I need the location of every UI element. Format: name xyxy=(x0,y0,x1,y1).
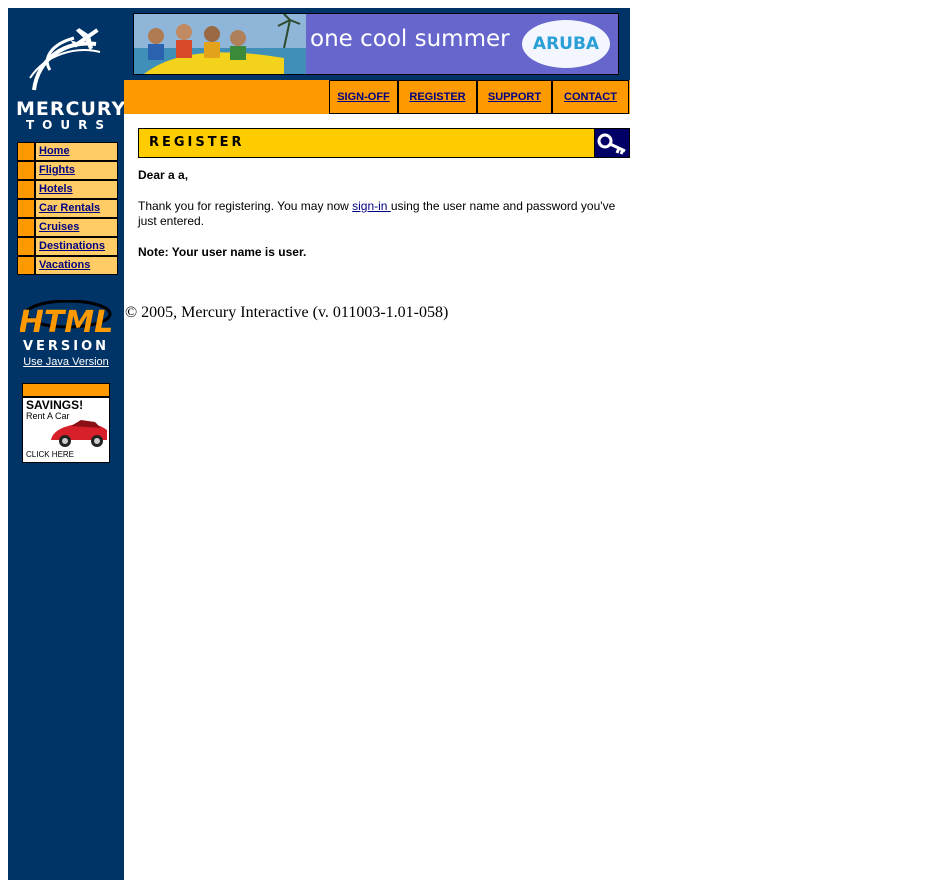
register-heading-bar: REGISTER xyxy=(138,128,595,158)
aruba-logo-text: ARUBA xyxy=(532,34,600,54)
key-icon xyxy=(597,133,626,155)
mercury-tours-logo[interactable]: MERCURY TOURS xyxy=(16,18,127,132)
nav-item-register: REGISTER xyxy=(399,81,476,113)
logo-word-tours: TOURS xyxy=(25,118,112,132)
airplane-logo-icon xyxy=(29,28,101,91)
support-link[interactable]: SUPPORT xyxy=(488,91,541,103)
side-menu-link-destinations[interactable]: Destinations xyxy=(39,240,105,252)
html-badge-word: HTML xyxy=(20,305,112,340)
register-confirmation: Dear a a, Thank you for registering. You… xyxy=(138,168,628,260)
side-menu-item-flights: Flights xyxy=(18,162,117,179)
greeting: Dear a a, xyxy=(138,168,189,182)
bullet-icon xyxy=(18,200,34,217)
bullet-icon xyxy=(18,219,34,236)
side-menu-link-flights[interactable]: Flights xyxy=(39,164,75,176)
banner-slogan: one cool summer xyxy=(310,26,510,52)
bullet-icon xyxy=(18,143,34,160)
top-nav: SIGN-OFF REGISTER SUPPORT CONTACT xyxy=(329,80,629,114)
html-version-badge: HTML VERSION xyxy=(19,299,113,354)
ad-title: SAVINGS! xyxy=(26,398,84,412)
red-car-icon xyxy=(51,420,107,447)
thank-you-text: Thank you for registering. You may now xyxy=(138,199,353,213)
side-menu-link-car-rentals[interactable]: Car Rentals xyxy=(39,202,100,214)
banana-boat-photo-icon xyxy=(134,14,306,74)
contact-link[interactable]: CONTACT xyxy=(564,91,617,103)
side-menu-link-home[interactable]: Home xyxy=(39,145,70,157)
bullet-icon xyxy=(18,238,34,255)
register-link[interactable]: REGISTER xyxy=(409,91,465,103)
side-menu-link-hotels[interactable]: Hotels xyxy=(39,183,73,195)
side-menu-item-home: Home xyxy=(18,143,117,160)
side-menu-item-cruises: Cruises xyxy=(18,219,117,236)
bullet-icon xyxy=(18,257,34,274)
side-menu-item-car-rentals: Car Rentals xyxy=(18,200,117,217)
rent-a-car-ad[interactable]: SAVINGS! Rent A Car CLICK HERE xyxy=(22,383,110,463)
java-version-link[interactable]: Use Java Version xyxy=(8,356,124,368)
ad-header-bar xyxy=(23,384,109,398)
side-menu-link-vacations[interactable]: Vacations xyxy=(39,259,90,271)
html-version-icon: HTML VERSION xyxy=(19,299,113,354)
side-menu-item-destinations: Destinations xyxy=(18,238,117,255)
side-menu-item-hotels: Hotels xyxy=(18,181,117,198)
aruba-logo: ARUBA xyxy=(522,20,610,68)
side-menu-item-vacations: Vacations xyxy=(18,257,117,274)
username-note: Note: Your user name is user. xyxy=(138,245,307,259)
side-menu-link-cruises[interactable]: Cruises xyxy=(39,221,79,233)
ad-click-here: CLICK HERE xyxy=(26,450,75,459)
left-sidebar: MERCURY TOURS Home Flights Hotels Car Re… xyxy=(8,8,127,880)
sign-in-link[interactable]: sign-in xyxy=(352,199,391,213)
thank-you-message: Thank you for registering. You may now s… xyxy=(138,199,628,229)
side-menu: Home Flights Hotels Car Rentals Cruises … xyxy=(17,142,118,275)
sign-off-link[interactable]: SIGN-OFF xyxy=(337,91,390,103)
bullet-icon xyxy=(18,181,34,198)
nav-item-contact: CONTACT xyxy=(553,81,628,113)
key-icon-box xyxy=(594,128,630,158)
html-badge-version: VERSION xyxy=(23,339,109,352)
register-heading: REGISTER xyxy=(149,135,245,150)
nav-item-support: SUPPORT xyxy=(478,81,551,113)
aruba-banner-ad[interactable]: one cool summer ARUBA xyxy=(133,13,619,75)
bullet-icon xyxy=(18,162,34,179)
logo-word-mercury: MERCURY xyxy=(16,98,127,120)
nav-item-sign-off: SIGN-OFF xyxy=(330,81,397,113)
copyright-footer: © 2005, Mercury Interactive (v. 011003-1… xyxy=(125,304,449,321)
